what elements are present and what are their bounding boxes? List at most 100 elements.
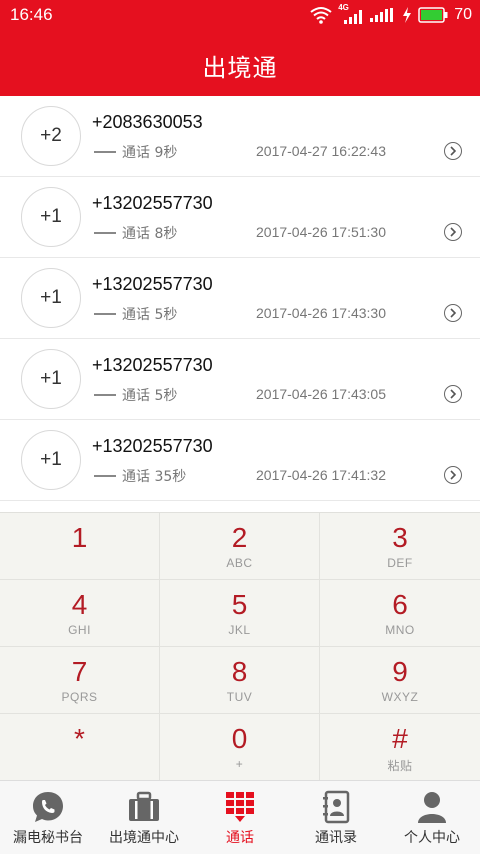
- key-letters: GHI: [68, 623, 91, 637]
- tab-label: 通讯录: [315, 830, 357, 846]
- chevron-right-icon[interactable]: [444, 466, 462, 484]
- wifi-icon: [310, 7, 332, 24]
- call-number: +2083630053: [92, 112, 203, 132]
- call-type: 通话 35秒: [94, 466, 186, 486]
- call-datetime: 2017-04-26 17:43:05: [256, 386, 386, 402]
- call-log-row[interactable]: +1 +13202557730 通话 5秒 2017-04-26 17:43:3…: [0, 258, 480, 339]
- key-letters: +: [235, 757, 244, 771]
- contacts-book-icon: [288, 789, 384, 825]
- tab-profile[interactable]: 个人中心: [384, 781, 480, 854]
- key-digit: 4: [71, 589, 88, 620]
- dial-key-star[interactable]: *: [0, 714, 160, 781]
- key-letters: JKL: [228, 623, 251, 637]
- dial-key-6[interactable]: 6 MNO: [320, 580, 480, 647]
- person-icon: [384, 789, 480, 825]
- dial-key-5[interactable]: 5 JKL: [160, 580, 320, 647]
- call-type: 通话 8秒: [94, 223, 177, 243]
- dial-key-0[interactable]: 0 +: [160, 714, 320, 781]
- key-letters: TUV: [226, 690, 253, 704]
- signal-4g-icon: 4G: [338, 3, 364, 24]
- dial-key-hash[interactable]: # 粘贴: [320, 714, 480, 781]
- battery-level: 70: [454, 6, 472, 23]
- call-datetime: 2017-04-26 17:41:32: [256, 467, 386, 483]
- key-digit: 9: [392, 656, 408, 687]
- key-digit: 0: [231, 723, 248, 754]
- status-time: 16:46: [10, 5, 53, 24]
- chevron-right-icon[interactable]: [444, 142, 462, 160]
- battery-icon: [418, 7, 448, 23]
- key-digit: 6: [392, 589, 408, 620]
- dial-key-1[interactable]: 1: [0, 513, 160, 580]
- key-digit: 7: [71, 656, 88, 687]
- bottom-tab-bar: 漏电秘书台 出境通中心 通话 通讯录 个人中心: [0, 780, 480, 854]
- chevron-right-icon[interactable]: [444, 223, 462, 241]
- call-duration: 通话 8秒: [122, 226, 178, 242]
- call-count-badge: +2: [21, 106, 81, 166]
- suitcase-icon: [96, 789, 192, 825]
- key-letters: ABC: [226, 556, 253, 570]
- key-letters: WXYZ: [381, 690, 419, 704]
- call-type: 通话 5秒: [94, 304, 177, 324]
- key-digit: 1: [71, 522, 88, 553]
- call-type: 通话 9秒: [94, 142, 177, 162]
- tab-contacts[interactable]: 通讯录: [288, 781, 384, 854]
- app-header: 出境通: [0, 30, 480, 96]
- status-bar: 16:46 4G 70: [0, 0, 480, 30]
- call-type: 通话 5秒: [94, 385, 177, 405]
- outgoing-line-icon: [94, 313, 116, 315]
- call-log-row[interactable]: +1 +13202557730 通话 5秒 2017-04-26 17:43:0…: [0, 339, 480, 420]
- call-count-badge: +1: [21, 268, 81, 328]
- tab-calls[interactable]: 通话: [192, 781, 288, 854]
- dialpad-icon: [192, 789, 288, 825]
- call-datetime: 2017-04-26 17:43:30: [256, 305, 386, 321]
- tab-label: 出境通中心: [109, 830, 179, 846]
- call-number: +13202557730: [92, 274, 213, 294]
- dial-key-3[interactable]: 3 DEF: [320, 513, 480, 580]
- call-duration: 通话 5秒: [122, 388, 178, 404]
- call-count-badge: +1: [21, 349, 81, 409]
- tab-label: 通话: [226, 830, 254, 846]
- phone-bubble-icon: [0, 789, 96, 825]
- call-log-row[interactable]: +2 +2083630053 通话 9秒 2017-04-27 16:22:43: [0, 96, 480, 177]
- call-log-row[interactable]: +1 +13202557730 通话 35秒 2017-04-26 17:41:…: [0, 420, 480, 501]
- call-number: +13202557730: [92, 436, 213, 456]
- key-letters: DEF: [387, 556, 413, 570]
- tab-leak-secretary[interactable]: 漏电秘书台: [0, 781, 96, 854]
- tab-center[interactable]: 出境通中心: [96, 781, 192, 854]
- dial-key-9[interactable]: 9 WXYZ: [320, 647, 480, 714]
- key-letters: PQRS: [61, 690, 98, 704]
- key-digit: 2: [231, 522, 248, 553]
- key-digit: 3: [392, 522, 408, 553]
- key-letters: MNO: [385, 623, 415, 637]
- chevron-right-icon[interactable]: [444, 304, 462, 322]
- charging-icon: [403, 7, 412, 23]
- signal-icon: [370, 8, 394, 22]
- call-duration: 通话 5秒: [122, 307, 178, 323]
- call-log-row[interactable]: +1 +13202557730 通话 8秒 2017-04-26 17:51:3…: [0, 177, 480, 258]
- outgoing-line-icon: [94, 232, 116, 234]
- dial-key-2[interactable]: 2 ABC: [160, 513, 320, 580]
- dial-key-4[interactable]: 4 GHI: [0, 580, 160, 647]
- call-datetime: 2017-04-27 16:22:43: [256, 143, 386, 159]
- key-letters: 粘贴: [387, 759, 413, 773]
- page-title: 出境通: [202, 54, 278, 82]
- dial-key-7[interactable]: 7 PQRS: [0, 647, 160, 714]
- call-duration: 通话 9秒: [122, 145, 178, 161]
- outgoing-line-icon: [94, 475, 116, 477]
- key-digit: #: [392, 723, 408, 754]
- key-digit: *: [74, 723, 85, 754]
- dial-key-8[interactable]: 8 TUV: [160, 647, 320, 714]
- call-number: +13202557730: [92, 355, 213, 375]
- chevron-right-icon[interactable]: [444, 385, 462, 403]
- call-datetime: 2017-04-26 17:51:30: [256, 224, 386, 240]
- outgoing-line-icon: [94, 151, 116, 153]
- call-number: +13202557730: [92, 193, 213, 213]
- call-count-badge: +1: [21, 187, 81, 247]
- outgoing-line-icon: [94, 394, 116, 396]
- status-icons: 4G 70: [310, 3, 472, 25]
- tab-label: 漏电秘书台: [13, 830, 83, 846]
- call-count-badge: +1: [21, 430, 81, 490]
- call-history-list[interactable]: +2 +2083630053 通话 9秒 2017-04-27 16:22:43…: [0, 96, 480, 512]
- key-digit: 8: [231, 656, 248, 687]
- key-digit: 5: [231, 589, 248, 620]
